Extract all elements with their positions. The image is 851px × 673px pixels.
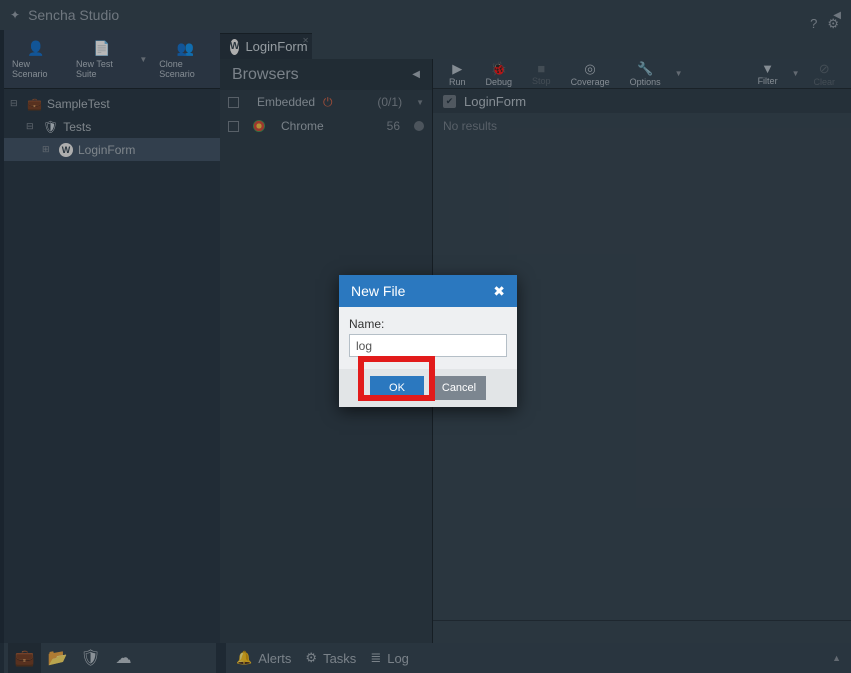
name-input[interactable] [349, 334, 507, 357]
dialog-body: Name: [339, 307, 517, 369]
name-label: Name: [349, 317, 507, 331]
dialog-footer: OK Cancel [339, 369, 517, 407]
dialog-header: New File ✖ [339, 275, 517, 307]
close-icon[interactable]: ✖ [493, 283, 505, 300]
cancel-button[interactable]: Cancel [432, 376, 486, 400]
dialog-title: New File [351, 283, 405, 299]
new-file-dialog: New File ✖ Name: OK Cancel [339, 275, 517, 407]
ok-button[interactable]: OK [370, 376, 424, 400]
